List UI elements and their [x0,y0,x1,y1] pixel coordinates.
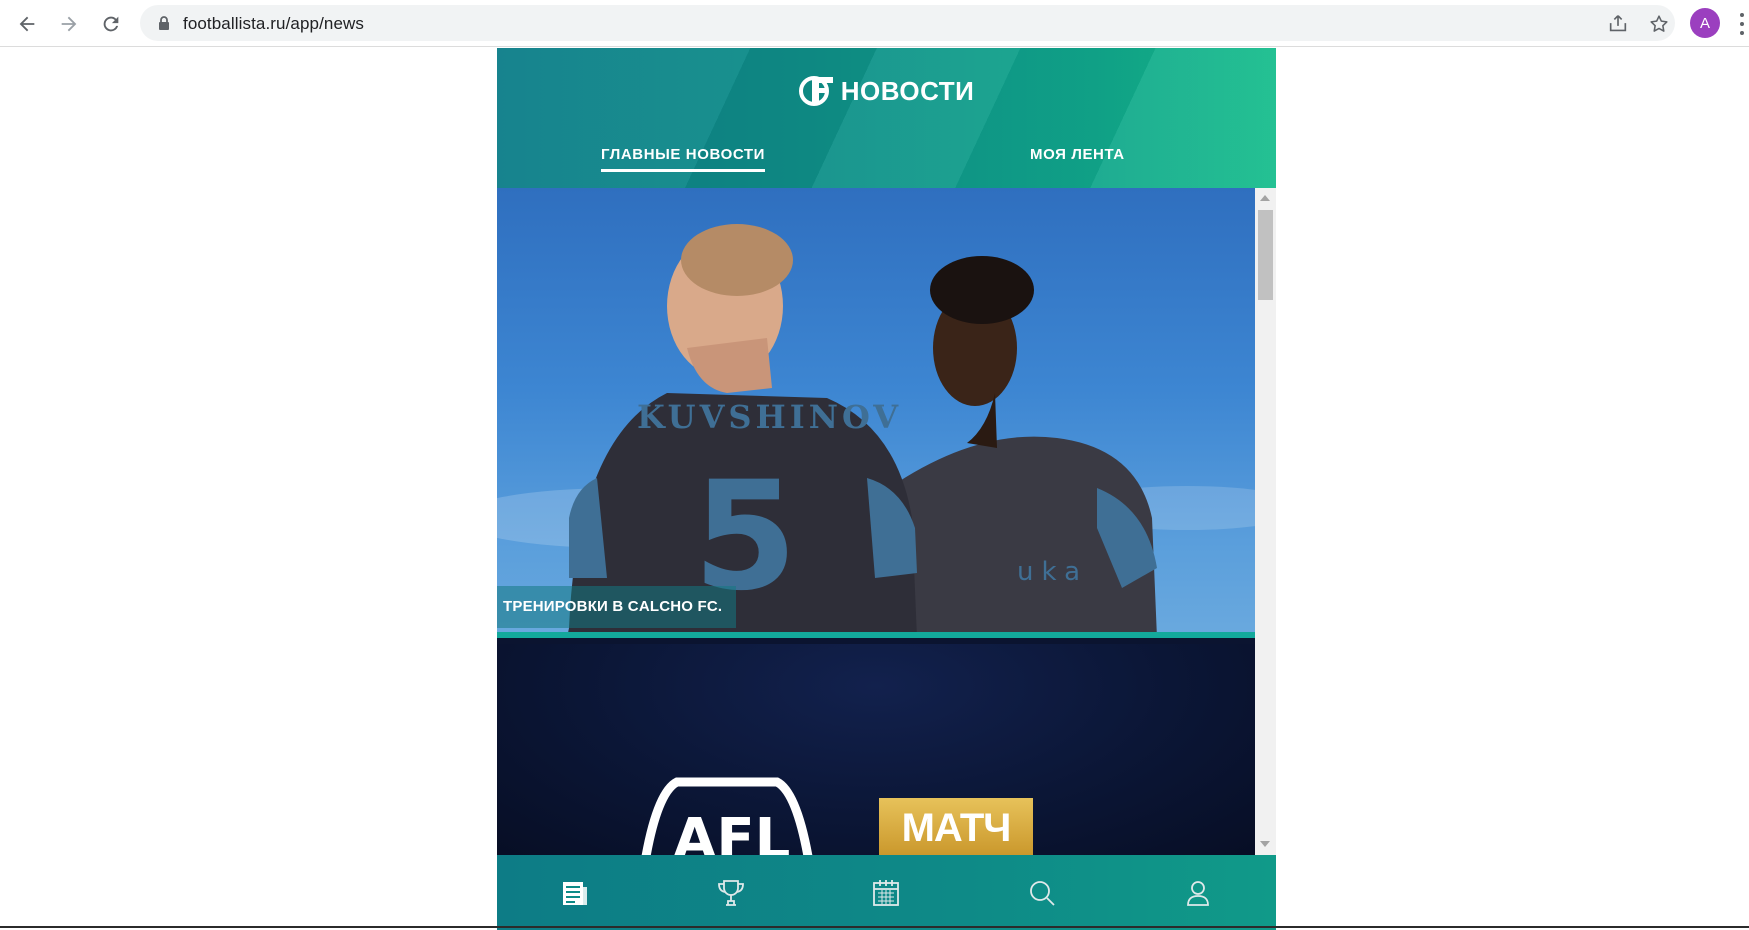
bottom-navigation [497,855,1276,930]
profile-avatar[interactable]: A [1690,8,1720,38]
page-title: НОВОСТИ [840,75,975,106]
news-tabs: ГЛАВНЫЕ НОВОСТИ МОЯ ЛЕНТА [497,146,1276,188]
news-icon [562,881,587,905]
trophy-icon [717,879,744,906]
more-vert-icon[interactable] [1738,11,1746,37]
app-header: НОВОСТИ ГЛАВНЫЕ НОВОСТИ МОЯ ЛЕНТА [497,48,1276,188]
card-divider [497,632,1255,638]
scrollbar-thumb[interactable] [1258,210,1273,300]
back-arrow-icon[interactable] [14,11,40,37]
star-icon[interactable] [1648,13,1670,35]
svg-text:uka: uka [1017,557,1088,587]
nav-profile[interactable] [1168,863,1228,923]
scroll-up-arrow-icon[interactable] [1260,195,1270,201]
svg-text:AFL: AFL [673,807,790,855]
tab-my-feed[interactable]: МОЯ ЛЕНТА [1030,146,1125,169]
scroll-down-arrow-icon[interactable] [1260,841,1270,847]
tab-main-news[interactable]: ГЛАВНЫЕ НОВОСТИ [601,146,766,172]
afl-logo: AFL [641,777,813,855]
page-bottom-edge [0,926,1749,928]
news-photo: uka KUVSHINOV 5 [497,224,1255,638]
url-text[interactable]: footballista.ru/app/news [183,14,364,34]
feed-scrollbar[interactable] [1255,188,1276,855]
browser-toolbar: footballista.ru/app/news A [0,0,1749,47]
nav-search[interactable] [1012,863,1072,923]
footballista-logo-icon [798,76,833,106]
nav-calendar[interactable] [856,863,916,923]
news-feed: uka KUVSHINOV 5 ТРЕНИРОВКИ В CALCHO FC. … [497,188,1276,855]
lock-icon[interactable] [156,15,172,31]
brand: НОВОСТИ [497,74,1276,108]
news-card[interactable]: AFL МАТЧ [497,644,1255,855]
search-icon [1030,880,1055,906]
share-icon[interactable] [1607,13,1629,35]
profile-icon [1187,880,1209,906]
news-card[interactable]: uka KUVSHINOV 5 ТРЕНИРОВКИ В CALCHO FC. [497,188,1255,638]
reload-icon[interactable] [98,11,124,37]
app-viewport: НОВОСТИ ГЛАВНЫЕ НОВОСТИ МОЯ ЛЕНТА uka KU… [497,48,1276,930]
address-bar[interactable]: footballista.ru/app/news [140,5,1675,41]
calendar-icon [873,879,900,906]
forward-arrow-icon[interactable] [56,11,82,37]
news-card-title[interactable]: ТРЕНИРОВКИ В CALCHO FC. [497,586,737,628]
svg-text:KUVSHINOV: KUVSHINOV [637,398,902,436]
match-tv-logo: МАТЧ [879,798,1033,855]
nav-tournaments[interactable] [701,863,761,923]
nav-news[interactable] [545,863,605,923]
